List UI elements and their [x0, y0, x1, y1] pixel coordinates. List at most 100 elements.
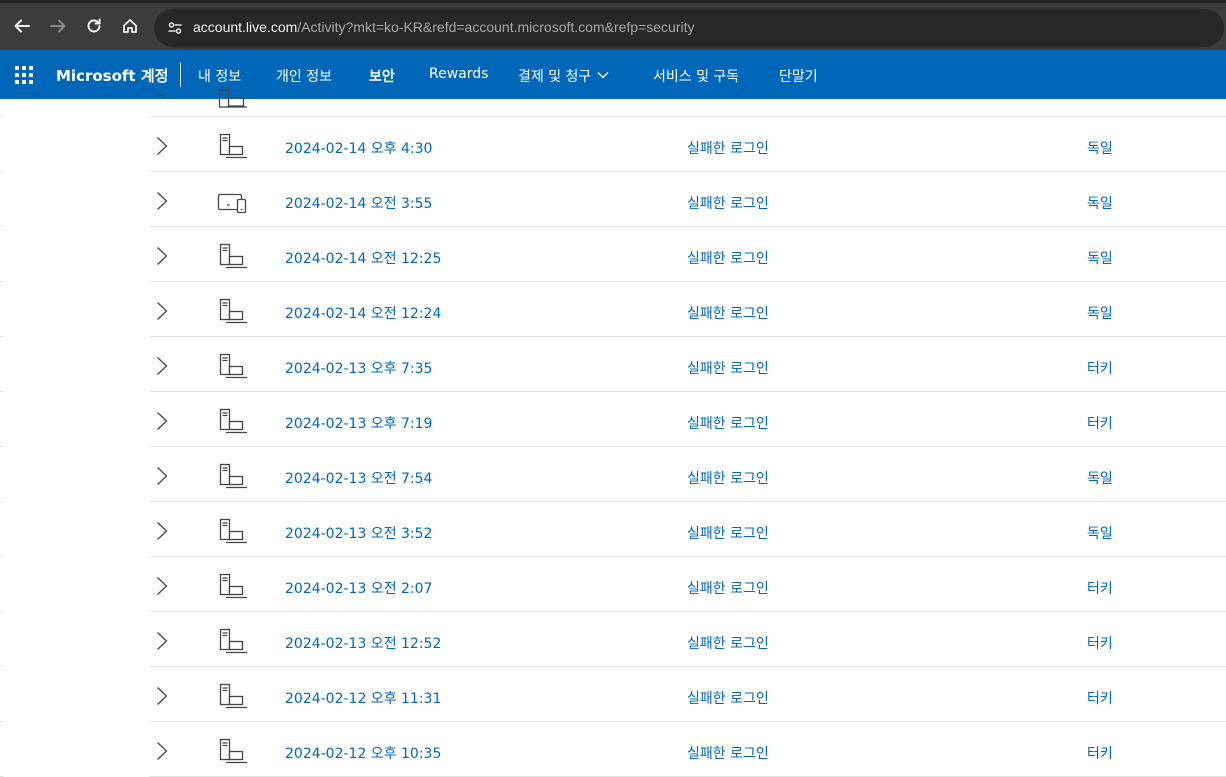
list-item[interactable]: 2024-02-13 오전 7:54 실패한 로그인 독일: [150, 447, 1226, 502]
activity-type[interactable]: 실패한 로그인: [687, 688, 769, 708]
chevron-right-icon[interactable]: [155, 686, 169, 706]
chevron-right-icon[interactable]: [155, 246, 169, 266]
activity-type[interactable]: 실패한 로그인: [687, 138, 769, 158]
list-item[interactable]: 2024-02-12 오후 11:31 실패한 로그인 터키: [150, 667, 1226, 722]
nav-rewards[interactable]: Rewards: [429, 66, 488, 82]
browser-toolbar: account.live.com/Activity?mkt=ko-KR&refd…: [0, 0, 1226, 50]
chevron-right-icon[interactable]: [155, 191, 169, 211]
back-icon[interactable]: [9, 13, 35, 39]
url-text[interactable]: account.live.com/Activity?mkt=ko-KR&refd…: [193, 19, 694, 35]
desktop-laptop-icon: [217, 518, 249, 546]
activity-country[interactable]: 터키: [1087, 413, 1113, 433]
activity-country[interactable]: 터키: [1087, 688, 1113, 708]
row-divider: [0, 556, 3, 557]
activity-type[interactable]: 실패한 로그인: [687, 743, 769, 763]
row-divider: [0, 666, 3, 667]
chevron-right-icon: [156, 93, 166, 98]
desktop-laptop-icon: [217, 243, 249, 271]
activity-date[interactable]: 2024-02-13 오전 3:52: [285, 523, 432, 543]
nav-payment-billing[interactable]: 결제 및 청구: [518, 66, 609, 86]
chevron-right-icon[interactable]: [155, 356, 169, 376]
activity-country[interactable]: 독일: [1087, 138, 1113, 158]
activity-type[interactable]: 실패한 로그인: [687, 468, 769, 488]
list-item[interactable]: 2024-02-14 오후 4:30 실패한 로그인 독일: [150, 117, 1226, 172]
nav-devices[interactable]: 단말기: [779, 66, 818, 86]
nav-services-subscriptions[interactable]: 서비스 및 구독: [653, 66, 739, 86]
desktop-laptop-icon: [217, 683, 249, 711]
activity-country[interactable]: 터키: [1087, 633, 1113, 653]
row-divider: [0, 281, 3, 282]
activity-type[interactable]: 실패한 로그인: [687, 193, 769, 213]
activity-country[interactable]: 독일: [1087, 193, 1113, 213]
site-info-icon[interactable]: [164, 17, 186, 39]
desktop-laptop-icon: [217, 298, 249, 326]
activity-country[interactable]: 독일: [1087, 248, 1113, 268]
url-path: /Activity?mkt=ko-KR&refd=account.microso…: [297, 19, 695, 35]
activity-date[interactable]: 2024-02-14 오전 12:25: [285, 248, 441, 268]
row-divider: [0, 721, 3, 722]
list-item[interactable]: 2024-02-14 오전 3:55 실패한 로그인 독일: [150, 172, 1226, 227]
activity-country[interactable]: 터키: [1087, 743, 1113, 763]
brand-title[interactable]: Microsoft 계정: [56, 65, 168, 86]
chevron-right-icon[interactable]: [155, 631, 169, 651]
forward-icon[interactable]: [45, 13, 71, 39]
tablet-phone-icon: [217, 188, 249, 216]
reload-icon[interactable]: [81, 13, 107, 39]
activity-type[interactable]: 실패한 로그인: [687, 413, 769, 433]
list-item[interactable]: 2024-02-13 오전 2:07 실패한 로그인 터키: [150, 557, 1226, 612]
activity-country[interactable]: 독일: [1087, 468, 1113, 488]
activity-date[interactable]: 2024-02-13 오후 7:19: [285, 413, 432, 433]
activity-type[interactable]: 실패한 로그인: [687, 303, 769, 323]
activity-country[interactable]: 독일: [1087, 303, 1113, 323]
activity-type[interactable]: 실패한 로그인: [687, 248, 769, 268]
list-item[interactable]: [150, 89, 1226, 117]
activity-country[interactable]: 터키: [1087, 358, 1113, 378]
activity-date[interactable]: 2024-02-12 오후 11:31: [285, 688, 441, 708]
header-divider: [180, 62, 181, 87]
list-item[interactable]: 2024-02-14 오전 12:24 실패한 로그인 독일: [150, 282, 1226, 337]
list-item[interactable]: 2024-02-13 오전 3:52 실패한 로그인 독일: [150, 502, 1226, 557]
desktop-laptop-icon: [218, 89, 247, 108]
activity-date[interactable]: 2024-02-13 오전 12:52: [285, 633, 441, 653]
activity-date[interactable]: 2024-02-13 오전 7:54: [285, 468, 432, 488]
activity-date[interactable]: 2024-02-14 오전 3:55: [285, 193, 432, 213]
activity-country[interactable]: 터키: [1087, 578, 1113, 598]
activity-type[interactable]: 실패한 로그인: [687, 358, 769, 378]
desktop-laptop-icon: [217, 133, 249, 161]
chevron-right-icon[interactable]: [155, 521, 169, 541]
activity-date[interactable]: 2024-02-14 오후 4:30: [285, 138, 432, 158]
activity-type[interactable]: 실패한 로그인: [687, 578, 769, 598]
activity-date[interactable]: 2024-02-14 오전 12:24: [285, 303, 441, 323]
activity-date[interactable]: 2024-02-12 오후 10:35: [285, 743, 441, 763]
activity-date[interactable]: 2024-02-13 오후 7:35: [285, 358, 432, 378]
desktop-laptop-icon: [217, 573, 249, 601]
chevron-right-icon[interactable]: [155, 466, 169, 486]
activity-type[interactable]: 실패한 로그인: [687, 523, 769, 543]
activity-country[interactable]: 독일: [1087, 523, 1113, 543]
nav-privacy[interactable]: 개인 정보: [276, 66, 332, 86]
chevron-right-icon[interactable]: [155, 411, 169, 431]
nav-payment-billing-label: 결제 및 청구: [518, 69, 592, 85]
list-item[interactable]: 2024-02-13 오후 7:35 실패한 로그인 터키: [150, 337, 1226, 392]
list-item[interactable]: 2024-02-12 오후 10:35 실패한 로그인 터키: [150, 722, 1226, 777]
list-item[interactable]: 2024-02-14 오전 12:25 실패한 로그인 독일: [150, 227, 1226, 282]
row-divider: [0, 611, 3, 612]
nav-my-info[interactable]: 내 정보: [198, 66, 241, 86]
chevron-right-icon[interactable]: [155, 576, 169, 596]
row-divider: [0, 336, 3, 337]
activity-type[interactable]: 실패한 로그인: [687, 633, 769, 653]
row-divider: [0, 446, 3, 447]
nav-security[interactable]: 보안: [369, 66, 395, 86]
home-icon[interactable]: [117, 13, 143, 39]
list-item[interactable]: 2024-02-13 오후 7:19 실패한 로그인 터키: [150, 392, 1226, 447]
url-host: account.live.com: [193, 19, 298, 35]
account-header: Microsoft 계정 내 정보 개인 정보 보안 Rewards 결제 및 …: [0, 50, 1226, 99]
list-item[interactable]: 2024-02-13 오전 12:52 실패한 로그인 터키: [150, 612, 1226, 667]
chevron-right-icon[interactable]: [155, 741, 169, 761]
address-bar[interactable]: account.live.com/Activity?mkt=ko-KR&refd…: [154, 9, 1224, 47]
app-launcher-icon[interactable]: [15, 66, 33, 84]
chevron-right-icon[interactable]: [155, 301, 169, 321]
chevron-right-icon[interactable]: [155, 136, 169, 156]
activity-date[interactable]: 2024-02-13 오전 2:07: [285, 578, 432, 598]
row-divider: [0, 226, 3, 227]
